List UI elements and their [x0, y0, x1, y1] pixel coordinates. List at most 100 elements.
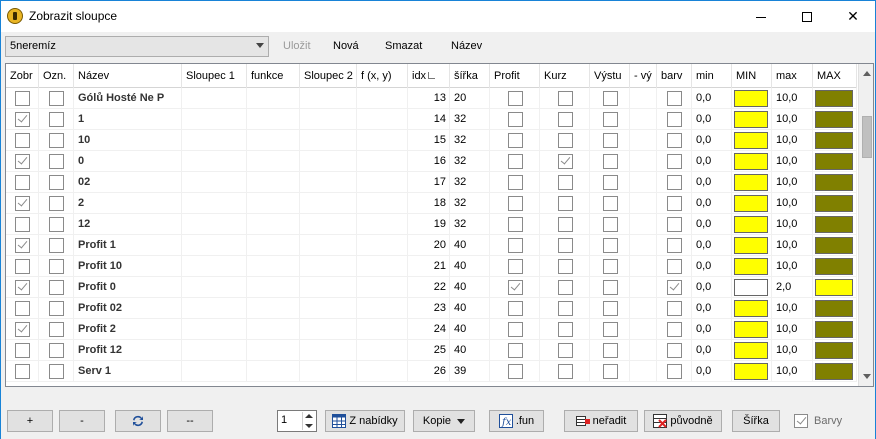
- cell-min[interactable]: 0,0: [692, 130, 732, 151]
- stepper-up-icon[interactable]: [305, 414, 313, 418]
- cell-name[interactable]: Serv 1: [74, 361, 182, 382]
- mark-checkbox[interactable]: [49, 301, 64, 316]
- color-checkbox[interactable]: [667, 112, 682, 127]
- color-checkbox[interactable]: [667, 133, 682, 148]
- cell-column1[interactable]: [182, 214, 247, 235]
- header-column1[interactable]: Sloupec 1: [182, 64, 247, 88]
- show-checkbox[interactable]: [15, 280, 30, 295]
- table-row[interactable]: 0 16 32 0,0 10,0: [6, 151, 857, 172]
- mark-checkbox[interactable]: [49, 343, 64, 358]
- max-color-swatch[interactable]: [815, 300, 853, 317]
- function-button[interactable]: fx .fun: [489, 410, 544, 432]
- cell-min[interactable]: 0,0: [692, 361, 732, 382]
- cell-min[interactable]: 0,0: [692, 340, 732, 361]
- cell-index[interactable]: 17: [408, 172, 450, 193]
- save-button[interactable]: Uložit: [283, 40, 311, 52]
- cell-function[interactable]: [247, 361, 300, 382]
- color-checkbox[interactable]: [667, 154, 682, 169]
- show-checkbox[interactable]: [15, 217, 30, 232]
- header-name[interactable]: Název: [74, 64, 182, 88]
- show-checkbox[interactable]: [15, 154, 30, 169]
- cell-max[interactable]: 10,0: [772, 109, 813, 130]
- cell-name[interactable]: Profit 02: [74, 298, 182, 319]
- profit-checkbox[interactable]: [508, 322, 523, 337]
- cell-max-color[interactable]: [813, 130, 857, 151]
- cell-max[interactable]: 10,0: [772, 130, 813, 151]
- header-width[interactable]: šířka: [450, 64, 490, 88]
- cell-minus-output[interactable]: [630, 319, 657, 340]
- min-color-swatch[interactable]: [734, 258, 768, 275]
- cell-column2[interactable]: [300, 319, 357, 340]
- cell-width[interactable]: 32: [450, 193, 490, 214]
- cell-fxy[interactable]: [357, 130, 408, 151]
- output-checkbox[interactable]: [603, 154, 618, 169]
- max-color-swatch[interactable]: [815, 279, 853, 296]
- max-color-swatch[interactable]: [815, 174, 853, 191]
- cell-max[interactable]: 10,0: [772, 361, 813, 382]
- min-color-swatch[interactable]: [734, 90, 768, 107]
- cell-fxy[interactable]: [357, 340, 408, 361]
- show-checkbox[interactable]: [15, 322, 30, 337]
- cell-function[interactable]: [247, 88, 300, 109]
- cell-column2[interactable]: [300, 151, 357, 172]
- cell-name[interactable]: 10: [74, 130, 182, 151]
- output-checkbox[interactable]: [603, 364, 618, 379]
- color-checkbox[interactable]: [667, 280, 682, 295]
- table-row[interactable]: Profit 0 22 40 0,0 2,0: [6, 277, 857, 298]
- cell-function[interactable]: [247, 340, 300, 361]
- max-color-swatch[interactable]: [815, 321, 853, 338]
- new-button[interactable]: Nová: [333, 40, 359, 52]
- show-checkbox[interactable]: [15, 343, 30, 358]
- cell-column2[interactable]: [300, 256, 357, 277]
- header-output[interactable]: Výstu: [590, 64, 630, 88]
- profile-select[interactable]: 5neremíz: [5, 36, 269, 57]
- min-color-swatch[interactable]: [734, 237, 768, 254]
- scroll-down-icon[interactable]: [863, 374, 871, 379]
- cell-max[interactable]: 10,0: [772, 214, 813, 235]
- color-checkbox[interactable]: [667, 322, 682, 337]
- cell-min[interactable]: 0,0: [692, 88, 732, 109]
- vertical-scroll-thumb[interactable]: [862, 116, 872, 158]
- header-odds[interactable]: Kurz: [540, 64, 590, 88]
- cell-max[interactable]: 10,0: [772, 235, 813, 256]
- original-button[interactable]: původně: [644, 410, 722, 432]
- cell-min-color[interactable]: [732, 235, 772, 256]
- cell-minus-output[interactable]: [630, 88, 657, 109]
- cell-index[interactable]: 15: [408, 130, 450, 151]
- odds-checkbox[interactable]: [558, 364, 573, 379]
- cell-min-color[interactable]: [732, 172, 772, 193]
- output-checkbox[interactable]: [603, 343, 618, 358]
- cell-function[interactable]: [247, 193, 300, 214]
- output-checkbox[interactable]: [603, 301, 618, 316]
- cell-column1[interactable]: [182, 319, 247, 340]
- color-checkbox[interactable]: [667, 217, 682, 232]
- cell-width[interactable]: 20: [450, 88, 490, 109]
- cell-index[interactable]: 22: [408, 277, 450, 298]
- show-checkbox[interactable]: [15, 301, 30, 316]
- table-row[interactable]: Serv 1 26 39 0,0 10,0: [6, 361, 857, 382]
- profit-checkbox[interactable]: [508, 133, 523, 148]
- cell-fxy[interactable]: [357, 256, 408, 277]
- output-checkbox[interactable]: [603, 259, 618, 274]
- color-checkbox[interactable]: [667, 301, 682, 316]
- max-color-swatch[interactable]: [815, 90, 853, 107]
- max-color-swatch[interactable]: [815, 153, 853, 170]
- cell-index[interactable]: 23: [408, 298, 450, 319]
- min-color-swatch[interactable]: [734, 363, 768, 380]
- color-checkbox[interactable]: [667, 91, 682, 106]
- header-min[interactable]: min: [692, 64, 732, 88]
- odds-checkbox[interactable]: [558, 196, 573, 211]
- cell-fxy[interactable]: [357, 88, 408, 109]
- max-color-swatch[interactable]: [815, 132, 853, 149]
- odds-checkbox[interactable]: [558, 112, 573, 127]
- cell-minus-output[interactable]: [630, 151, 657, 172]
- mark-checkbox[interactable]: [49, 364, 64, 379]
- cell-width[interactable]: 32: [450, 151, 490, 172]
- cell-max-color[interactable]: [813, 151, 857, 172]
- cell-max[interactable]: 10,0: [772, 319, 813, 340]
- color-checkbox[interactable]: [667, 259, 682, 274]
- cell-max[interactable]: 10,0: [772, 151, 813, 172]
- cell-name[interactable]: 0: [74, 151, 182, 172]
- cell-width[interactable]: 39: [450, 361, 490, 382]
- horizontal-scrollbar[interactable]: [6, 386, 858, 387]
